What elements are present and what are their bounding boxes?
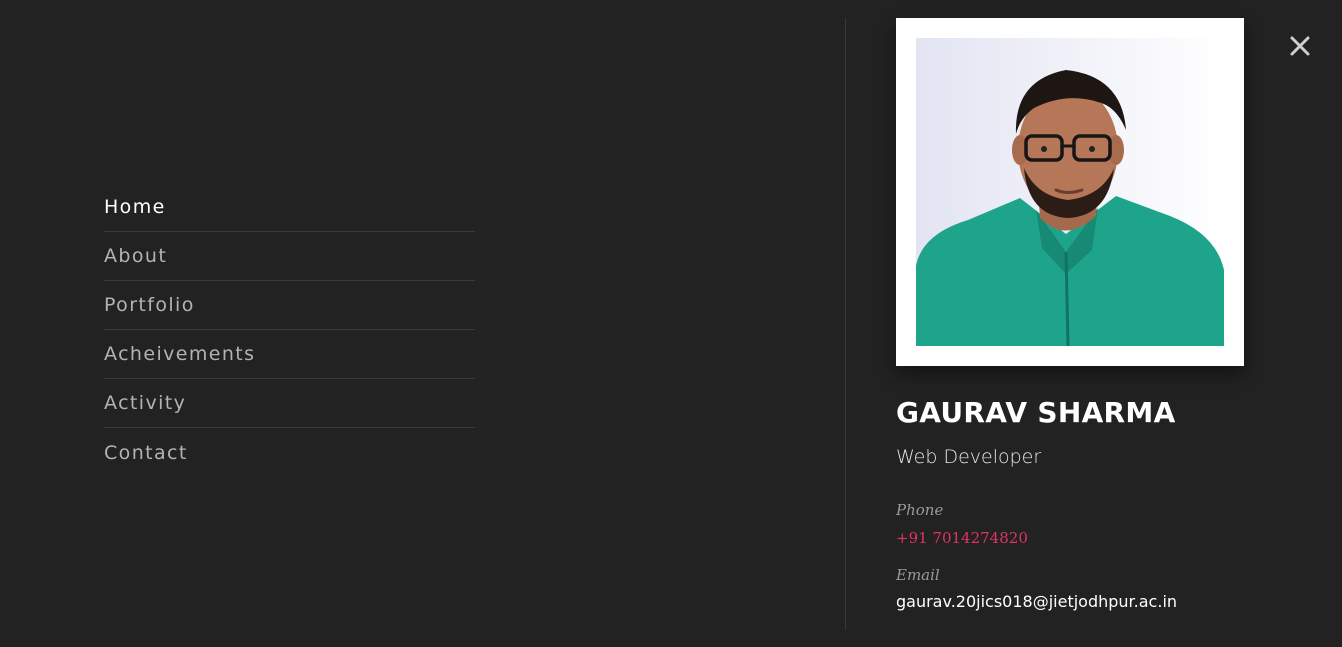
nav-item-home[interactable]: Home xyxy=(104,183,475,232)
nav-item-label: Portfolio xyxy=(104,294,195,316)
phone-label: Phone xyxy=(896,501,944,519)
nav-item-contact[interactable]: Contact xyxy=(104,428,475,477)
nav-item-label: Contact xyxy=(104,441,188,464)
nav-item-achievements[interactable]: Acheivements xyxy=(104,330,475,379)
nav-item-label: Acheivements xyxy=(104,343,256,365)
profile-role: Web Developer xyxy=(896,446,1042,468)
nav-item-label: Home xyxy=(104,196,166,218)
phone-link[interactable]: +91 7014274820 xyxy=(896,529,1028,547)
nav-item-about[interactable]: About xyxy=(104,232,475,281)
nav-item-label: Activity xyxy=(104,392,187,414)
menu-overlay: Home About Portfolio Acheivements Activi… xyxy=(0,0,1342,647)
main-navigation: Home About Portfolio Acheivements Activi… xyxy=(104,183,475,477)
email-label: Email xyxy=(896,566,940,584)
close-button[interactable] xyxy=(1288,34,1312,58)
email-link[interactable]: gaurav.20jics018@jietjodhpur.ac.in xyxy=(896,592,1177,611)
nav-item-activity[interactable]: Activity xyxy=(104,379,475,428)
close-icon xyxy=(1290,36,1310,56)
vertical-divider xyxy=(845,18,846,630)
nav-item-portfolio[interactable]: Portfolio xyxy=(104,281,475,330)
person-portrait-icon xyxy=(916,38,1224,346)
nav-item-label: About xyxy=(104,245,168,267)
profile-name: GAURAV SHARMA xyxy=(896,396,1176,429)
profile-photo xyxy=(916,38,1224,346)
profile-photo-frame xyxy=(896,18,1244,366)
